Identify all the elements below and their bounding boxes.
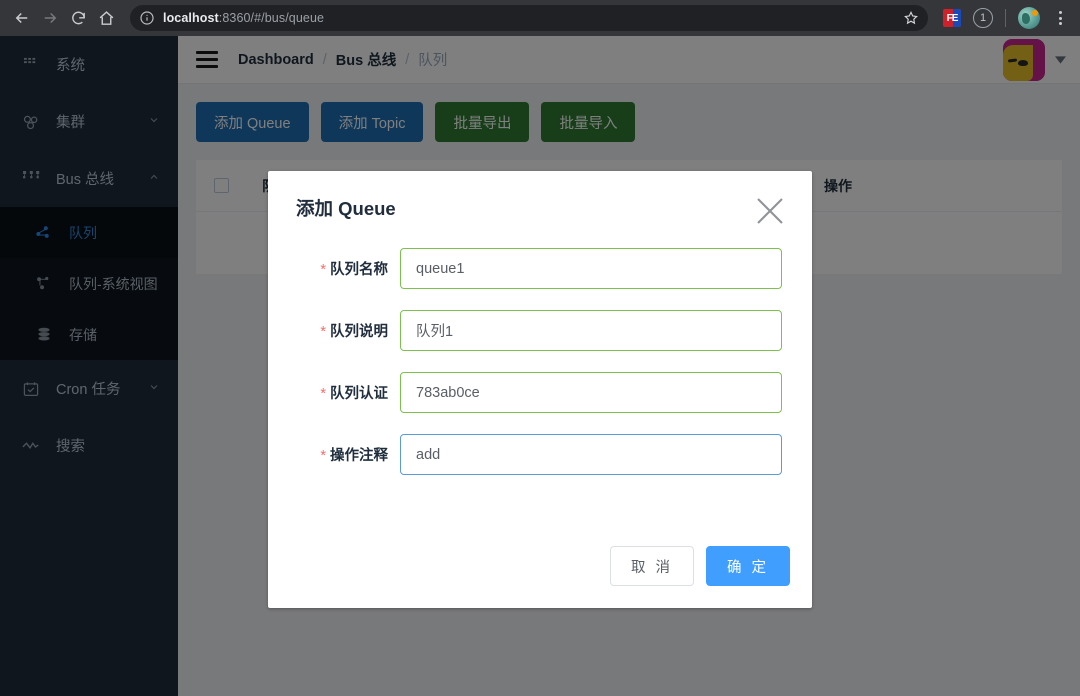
label-operation-comment: * 操作注释: [268, 444, 400, 465]
close-icon[interactable]: [750, 191, 790, 231]
reload-button[interactable]: [64, 4, 92, 32]
label-text: 队列认证: [330, 386, 388, 402]
profile-avatar-icon[interactable]: [1018, 7, 1040, 29]
label-text: 操作注释: [330, 448, 388, 464]
fe-extension-icon[interactable]: FE: [943, 9, 961, 27]
url-host: localhost: [163, 11, 219, 25]
required-marker: *: [320, 386, 326, 402]
url-path: :8360/#/bus/queue: [218, 11, 325, 25]
star-icon[interactable]: [900, 7, 922, 29]
toolbar-divider: [1005, 9, 1006, 27]
back-button[interactable]: [8, 4, 36, 32]
add-queue-dialog: 添加 Queue *队列名称 *队列说明 *队列认证 *操作注释: [268, 171, 812, 608]
label-queue-auth: * 队列认证: [268, 382, 400, 403]
form-row-queue-auth: * 队列认证: [268, 372, 812, 413]
label-queue-name: * 队列名称: [268, 258, 400, 279]
required-marker: *: [320, 448, 326, 464]
queue-auth-input[interactable]: [400, 372, 782, 413]
notification-count: 1: [979, 12, 987, 24]
app-window: 系统 集群: [0, 36, 1080, 696]
operation-comment-input[interactable]: [400, 434, 782, 475]
form-row-queue-name: * 队列名称: [268, 248, 812, 289]
info-circle-icon[interactable]: [139, 10, 155, 26]
required-marker: *: [320, 324, 326, 340]
browser-toolbar: localhost:8360/#/bus/queue FE 1: [0, 0, 1080, 36]
cancel-button[interactable]: 取 消: [609, 546, 694, 586]
forward-button[interactable]: [36, 4, 64, 32]
label-text: 队列名称: [330, 262, 388, 278]
dialog-form: *队列名称 *队列说明 *队列认证 *操作注释: [268, 231, 812, 475]
queue-name-input[interactable]: [400, 248, 782, 289]
kebab-menu-icon[interactable]: [1048, 6, 1072, 30]
extension-label: FE: [946, 12, 959, 24]
queue-desc-input[interactable]: [400, 310, 782, 351]
url-text: localhost:8360/#/bus/queue: [163, 11, 900, 25]
dialog-header: 添加 Queue: [268, 171, 812, 231]
home-button[interactable]: [92, 4, 120, 32]
form-row-operation-comment: * 操作注释: [268, 434, 812, 475]
dialog-title: 添加 Queue: [296, 198, 396, 219]
label-text: 队列说明: [330, 324, 388, 340]
dialog-footer: 取 消 确 定: [609, 546, 790, 586]
form-row-queue-desc: * 队列说明: [268, 310, 812, 351]
required-marker: *: [320, 262, 326, 278]
label-queue-desc: * 队列说明: [268, 320, 400, 341]
address-bar[interactable]: localhost:8360/#/bus/queue: [130, 5, 928, 31]
confirm-button[interactable]: 确 定: [705, 546, 790, 586]
notification-badge-icon[interactable]: 1: [973, 8, 993, 28]
